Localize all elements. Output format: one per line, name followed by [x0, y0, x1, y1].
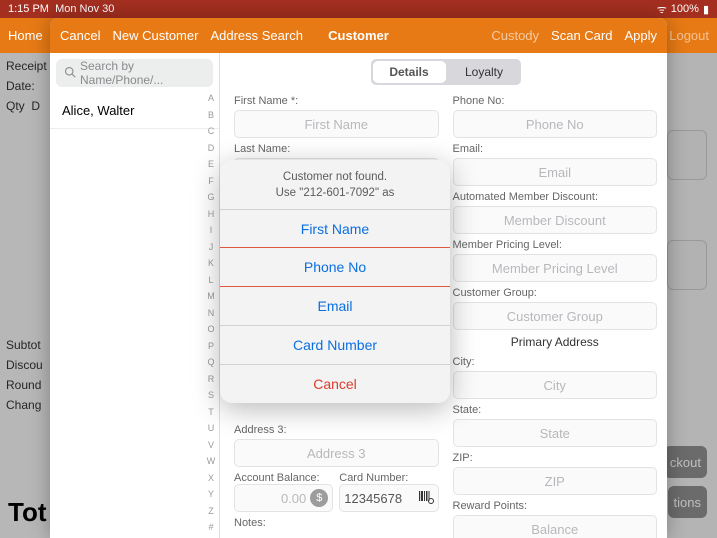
- search-placeholder: Search by Name/Phone/...: [80, 59, 205, 87]
- notes-label: Notes:: [234, 517, 439, 529]
- status-date: Mon Nov 30: [55, 3, 114, 15]
- alert-option-firstname[interactable]: First Name: [220, 209, 450, 248]
- firstname-label: First Name *:: [234, 95, 439, 107]
- discount-label: Automated Member Discount:: [453, 191, 658, 203]
- logout-button[interactable]: Logout: [669, 28, 709, 43]
- status-time: 1:15 PM: [8, 3, 49, 15]
- zip-field[interactable]: ZIP: [453, 467, 658, 495]
- status-bar: 1:15 PM Mon Nov 30 ᯤ 100% ▮: [0, 0, 717, 18]
- cancel-button[interactable]: Cancel: [60, 28, 100, 43]
- custody-button[interactable]: Custody: [491, 28, 539, 43]
- battery-text: 100%: [671, 3, 699, 15]
- cardnumber-label: Card Number:: [339, 472, 438, 484]
- tab-loyalty[interactable]: Loyalty: [448, 59, 521, 85]
- modal-navbar: Cancel New Customer Address Search Custo…: [50, 18, 667, 53]
- barcode-icon[interactable]: [418, 489, 434, 508]
- customer-not-found-alert: Customer not found. Use "212-601-7092" a…: [220, 160, 450, 403]
- alert-option-phone[interactable]: Phone No: [220, 247, 450, 287]
- balance-label: Account Balance:: [234, 472, 333, 484]
- battery-icon: ▮: [703, 3, 709, 16]
- tab-details[interactable]: Details: [373, 61, 446, 83]
- alert-message: Customer not found. Use "212-601-7092" a…: [220, 160, 450, 209]
- details-loyalty-tabs[interactable]: Details Loyalty: [371, 59, 521, 85]
- balance-field[interactable]: 0.00$: [234, 484, 333, 512]
- home-button[interactable]: Home: [8, 28, 43, 43]
- zip-label: ZIP:: [453, 452, 658, 464]
- reward-label: Reward Points:: [453, 500, 658, 512]
- alert-option-email[interactable]: Email: [220, 286, 450, 325]
- pricing-label: Member Pricing Level:: [453, 239, 658, 251]
- cardnumber-field[interactable]: 12345678: [339, 484, 438, 512]
- search-icon: [64, 66, 76, 81]
- dollar-icon: $: [310, 489, 328, 507]
- apply-button[interactable]: Apply: [624, 28, 657, 43]
- discount-field[interactable]: Member Discount: [453, 206, 658, 234]
- state-label: State:: [453, 404, 658, 416]
- address3-field[interactable]: Address 3: [234, 439, 439, 467]
- list-item[interactable]: Alice, Walter: [50, 93, 219, 129]
- group-field[interactable]: Customer Group: [453, 302, 658, 330]
- address3-label: Address 3:: [234, 424, 439, 436]
- city-field[interactable]: City: [453, 371, 658, 399]
- group-label: Customer Group:: [453, 287, 658, 299]
- scan-card-button[interactable]: Scan Card: [551, 28, 612, 43]
- alert-option-cancel[interactable]: Cancel: [220, 364, 450, 403]
- alert-option-cardnumber[interactable]: Card Number: [220, 325, 450, 364]
- city-label: City:: [453, 356, 658, 368]
- reward-field[interactable]: Balance: [453, 515, 658, 538]
- state-field[interactable]: State: [453, 419, 658, 447]
- search-input[interactable]: Search by Name/Phone/...: [56, 59, 213, 87]
- email-field[interactable]: Email: [453, 158, 658, 186]
- address-search-button[interactable]: Address Search: [210, 28, 303, 43]
- phone-label: Phone No:: [453, 95, 658, 107]
- phone-field[interactable]: Phone No: [453, 110, 658, 138]
- lastname-label: Last Name:: [234, 143, 439, 155]
- email-label: Email:: [453, 143, 658, 155]
- pricing-field[interactable]: Member Pricing Level: [453, 254, 658, 282]
- customer-list-panel: Search by Name/Phone/... Alice, Walter A…: [50, 53, 220, 538]
- index-bar[interactable]: ABCDEFGHIJKLMNOPQRSTUVWXYZ#: [205, 93, 217, 532]
- new-customer-button[interactable]: New Customer: [112, 28, 198, 43]
- wifi-icon: ᯤ: [657, 2, 667, 17]
- primary-address-header: Primary Address: [453, 335, 658, 349]
- firstname-field[interactable]: First Name: [234, 110, 439, 138]
